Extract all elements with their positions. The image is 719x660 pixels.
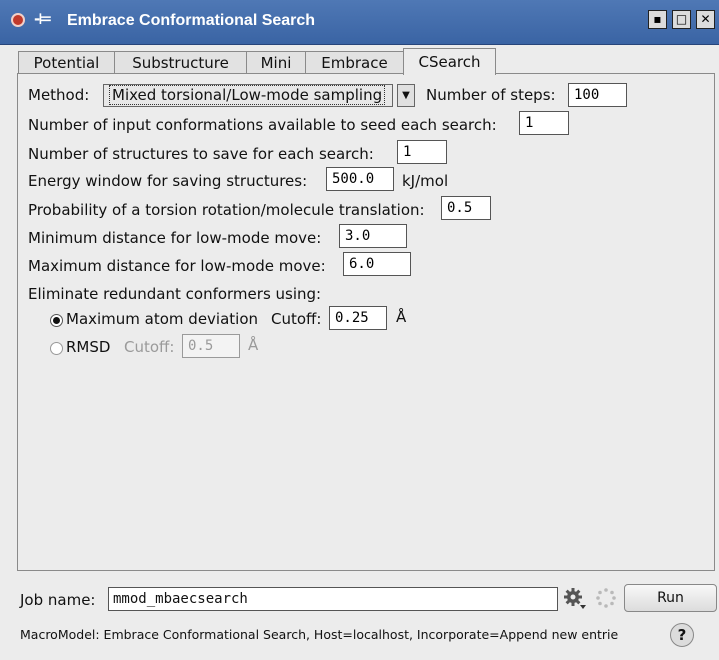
method-value: Mixed torsional/Low-mode sampling — [109, 85, 386, 105]
minimize-button[interactable]: ▪ — [648, 10, 667, 29]
tab-substructure[interactable]: Substructure — [114, 51, 247, 74]
rmsd-cutoff-label: Cutoff: — [124, 338, 175, 356]
title-bar: -⊨ Embrace Conformational Search ▪ □ ✕ — [0, 0, 719, 45]
progress-spinner-icon — [595, 587, 617, 609]
tab-potential[interactable]: Potential — [18, 51, 115, 74]
pin-icon[interactable]: -⊨ — [34, 10, 52, 28]
tab-embrace[interactable]: Embrace — [305, 51, 404, 74]
status-text: MacroModel: Embrace Conformational Searc… — [20, 627, 619, 642]
save-structures-label: Number of structures to save for each se… — [28, 145, 374, 163]
method-label: Method: — [28, 86, 90, 104]
rmsd-cutoff-input[interactable]: 0.5 — [182, 334, 240, 358]
steps-label: Number of steps: — [426, 86, 556, 104]
settings-gear-icon[interactable] — [562, 585, 588, 611]
min-distance-label: Minimum distance for low-mode move: — [28, 229, 322, 247]
rmsd-angstrom-label: Å — [248, 336, 259, 354]
radio-rmsd[interactable] — [50, 342, 63, 355]
energy-unit-label: kJ/mol — [402, 172, 449, 190]
energy-window-label: Energy window for saving structures: — [28, 172, 308, 190]
steps-input[interactable]: 100 — [568, 83, 627, 107]
min-distance-input[interactable]: 3.0 — [339, 224, 407, 248]
input-conf-label: Number of input conformations available … — [28, 116, 497, 134]
max-distance-input[interactable]: 6.0 — [343, 252, 411, 276]
eliminate-label: Eliminate redundant conformers using: — [28, 285, 322, 303]
probability-input[interactable]: 0.5 — [441, 196, 491, 220]
max-atom-cutoff-input[interactable]: 0.25 — [329, 306, 387, 330]
energy-window-input[interactable]: 500.0 — [326, 167, 394, 191]
help-button[interactable]: ? — [670, 623, 694, 647]
radio-max-atom-deviation[interactable] — [50, 314, 63, 327]
probability-label: Probability of a torsion rotation/molecu… — [28, 201, 425, 219]
max-atom-deviation-label: Maximum atom deviation — [66, 310, 259, 328]
job-name-label: Job name: — [20, 591, 96, 609]
rmsd-label: RMSD — [66, 338, 111, 356]
save-structures-input[interactable]: 1 — [397, 140, 447, 164]
app-icon[interactable] — [11, 13, 25, 27]
maximize-button[interactable]: □ — [672, 10, 691, 29]
max-distance-label: Maximum distance for low-mode move: — [28, 257, 326, 275]
tab-csearch[interactable]: CSearch — [403, 48, 496, 75]
method-select[interactable]: Mixed torsional/Low-mode sampling — [103, 84, 393, 107]
window-title: Embrace Conformational Search — [67, 12, 316, 29]
input-conf-input[interactable]: 1 — [519, 111, 569, 135]
tab-mini[interactable]: Mini — [246, 51, 306, 74]
max-atom-cutoff-label: Cutoff: — [271, 310, 322, 328]
chevron-down-icon[interactable]: ▼ — [397, 84, 415, 107]
close-button[interactable]: ✕ — [696, 10, 715, 29]
run-button[interactable]: Run — [624, 584, 717, 612]
job-name-input[interactable]: mmod_mbaecsearch — [108, 587, 558, 611]
angstrom-unit-label: Å — [396, 308, 407, 326]
